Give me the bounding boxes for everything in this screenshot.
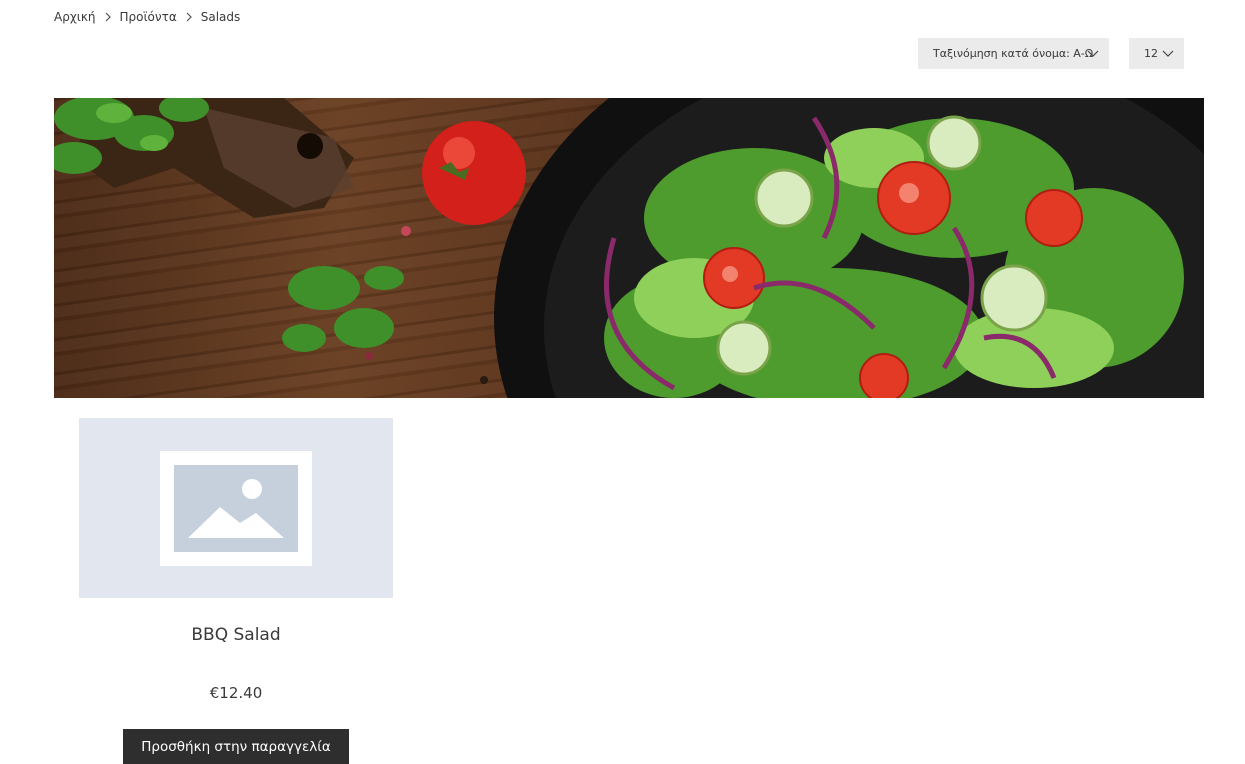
add-to-order-button[interactable]: Προσθήκη στην παραγγελία [123, 729, 349, 764]
per-page-select-value: 12 [1144, 47, 1158, 60]
breadcrumb-home-link[interactable]: Αρχική [54, 10, 96, 24]
breadcrumb: Αρχική Προϊόντα Salads [54, 8, 240, 26]
category-banner-image [54, 98, 1204, 398]
breadcrumb-current: Salads [200, 10, 241, 24]
chevron-right-icon [177, 12, 201, 22]
chevron-down-icon [1087, 50, 1099, 57]
page: Αρχική Προϊόντα Salads Ταξινόμηση κατά ό… [0, 0, 1245, 764]
chevron-down-icon [1162, 50, 1174, 57]
breadcrumb-products-link[interactable]: Προϊόντα [120, 10, 177, 24]
chevron-right-icon [96, 12, 120, 22]
sort-select[interactable]: Ταξινόμηση κατά όνομα: Α-Ω [918, 38, 1109, 69]
image-placeholder-icon [160, 450, 312, 566]
per-page-select[interactable]: 12 [1129, 38, 1184, 69]
product-image-placeholder[interactable] [79, 418, 393, 598]
product-title[interactable]: BBQ Salad [79, 625, 393, 645]
sort-select-value: Ταξινόμηση κατά όνομα: Α-Ω [933, 47, 1094, 60]
product-price: €12.40 [209, 684, 263, 702]
